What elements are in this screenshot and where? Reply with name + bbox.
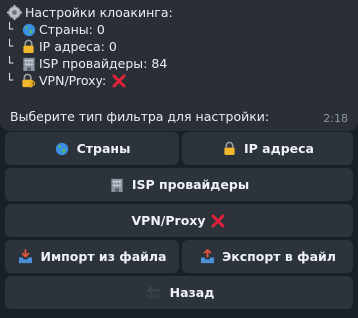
globe-icon [20,22,37,37]
lock-icon [20,39,37,54]
cross-mark-icon [210,213,227,228]
message-bubble: Настройки клоакинга: └ Страны: 0 └ IP ад… [0,0,358,131]
settings-title-text: Настройки клоакинга: [25,5,173,20]
setting-isp: └ ISP провайдеры: 84 [6,55,352,72]
back-button-label: Назад [169,285,215,300]
setting-ip: └ IP адреса: 0 [6,38,352,55]
lock-key-icon [20,73,37,88]
tree-branch: └ [6,73,14,87]
tree-branch: └ [6,39,14,53]
countries-button-label: Страны [76,141,131,156]
setting-vpn: └ VPN/Proxy: [6,72,352,89]
tree-branch: └ [6,22,14,36]
globe-icon [54,141,71,156]
inbox-tray-icon [17,249,34,264]
ip-button[interactable]: IP адреса [182,132,353,165]
setting-countries: └ Страны: 0 [6,21,352,38]
isp-button[interactable]: ISP провайдеры [5,168,353,201]
cross-mark-icon [110,73,127,88]
countries-button[interactable]: Страны [5,132,179,165]
vpn-status-label: VPN/Proxy: [39,73,107,88]
export-button-label: Экспорт в файл [222,249,336,264]
back-button[interactable]: BACK Назад [5,276,353,309]
outbox-tray-icon [199,249,216,264]
export-button[interactable]: Экспорт в файл [182,240,353,273]
isp-button-label: ISP провайдеры [131,177,250,192]
import-button-label: Импорт из файла [40,249,167,264]
filter-prompt: Выберите тип фильтра для настройки: [10,109,270,124]
isp-count: ISP провайдеры: 84 [39,56,168,71]
import-button[interactable]: Импорт из файла [5,240,179,273]
back-icon-text: BACK [146,294,161,300]
countries-count: Страны: 0 [39,22,105,37]
settings-title: Настройки клоакинга: [6,4,352,21]
vpn-button-label: VPN/Proxy [131,213,206,228]
back-arrow-icon: BACK [144,285,164,300]
gear-icon [6,5,23,20]
building-icon [20,56,37,71]
ip-button-label: IP адреса [244,141,314,156]
message-time: 2:18 [323,112,348,125]
ip-count: IP адреса: 0 [39,39,117,54]
tree-branch: └ [6,56,14,70]
building-icon [109,177,126,192]
lock-icon [221,141,238,156]
vpn-button[interactable]: VPN/Proxy [5,204,353,237]
